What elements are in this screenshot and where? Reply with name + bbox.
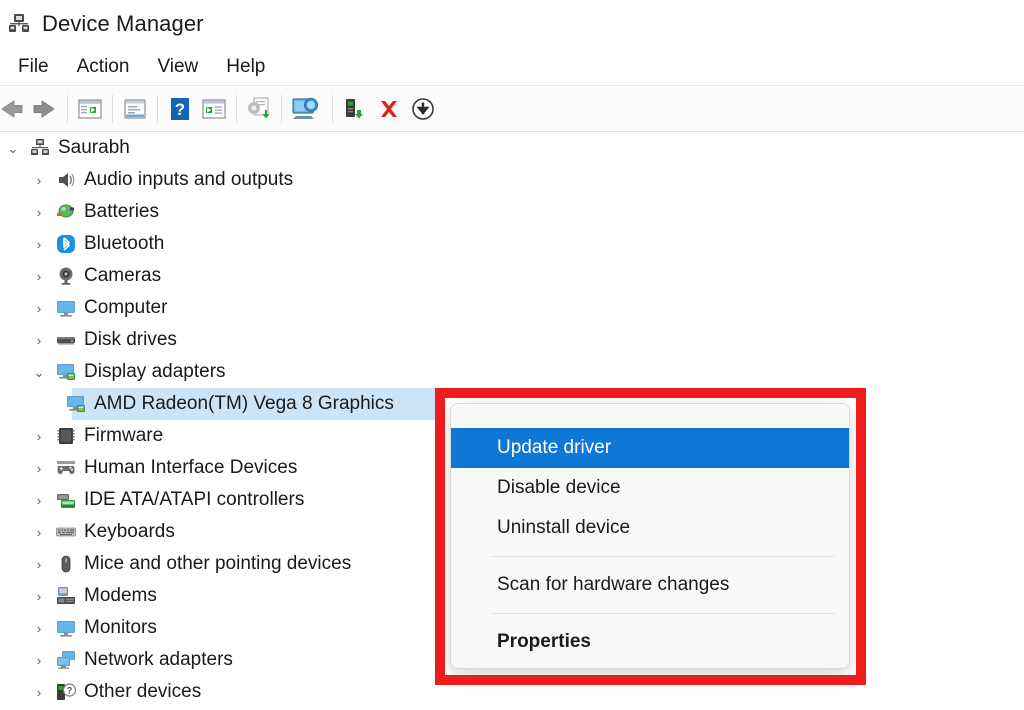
chevron-right-icon[interactable]: › — [26, 430, 52, 443]
context-menu-item-properties[interactable]: Properties — [451, 622, 849, 662]
scan-for-hardware-changes-icon[interactable] — [287, 92, 327, 126]
tree-item-cameras[interactable]: › Cameras — [0, 260, 1024, 292]
tree-item-saurabh[interactable]: ⌄ Saurabh — [0, 132, 1024, 164]
chevron-right-icon[interactable]: › — [26, 334, 52, 347]
tree-item-label: Other devices — [84, 681, 202, 702]
chevron-right-icon[interactable]: › — [26, 654, 52, 667]
chevron-right-icon[interactable]: › — [26, 302, 52, 315]
tree-item-label: Computer — [84, 297, 168, 318]
mouse-icon — [52, 553, 80, 575]
tree-item-label: IDE ATA/ATAPI controllers — [84, 489, 305, 510]
toolbar-separator — [112, 94, 113, 123]
tree-item-label: Modems — [84, 585, 157, 606]
title-bar: Device Manager — [0, 0, 1024, 48]
toolbar-separator — [157, 94, 158, 123]
disk-drive-icon — [52, 329, 80, 351]
tree-item-batteries[interactable]: › Batteries — [0, 196, 1024, 228]
update-driver-gear-icon[interactable] — [242, 92, 276, 126]
tree-item-label: Bluetooth — [84, 233, 165, 254]
menu-item-view[interactable]: View — [143, 54, 212, 80]
update-driver-panel-icon[interactable] — [197, 92, 231, 126]
svg-text:?: ? — [67, 686, 73, 696]
chevron-right-icon[interactable]: › — [26, 494, 52, 507]
back-arrow-icon[interactable] — [0, 92, 28, 126]
tree-item-other-devices[interactable]: › ? Other devices — [0, 676, 1024, 708]
context-menu-separator — [491, 613, 835, 614]
menu-item-action[interactable]: Action — [63, 54, 144, 80]
display-adapter-icon — [62, 393, 90, 415]
tree-item-display-adapters[interactable]: ⌄ Display adapters — [0, 356, 1024, 388]
context-menu[interactable]: Update driver Disable device Uninstall d… — [450, 403, 850, 669]
window-title: Device Manager — [42, 11, 204, 36]
chevron-right-icon[interactable]: › — [26, 622, 52, 635]
tree-item-label: AMD Radeon(TM) Vega 8 Graphics — [94, 393, 394, 414]
toolbar-separator — [332, 94, 333, 123]
svg-text:?: ? — [175, 100, 185, 119]
chevron-right-icon[interactable]: › — [26, 558, 52, 571]
tree-item-label: Saurabh — [58, 137, 130, 158]
context-menu-separator — [491, 556, 835, 557]
monitor-icon — [52, 617, 80, 639]
chevron-right-icon[interactable]: › — [26, 686, 52, 699]
chevron-right-icon[interactable]: › — [26, 174, 52, 187]
menu-bar: File Action View Help — [0, 48, 1024, 86]
tree-item-audio-inputs-and-outputs[interactable]: › Audio inputs and outputs — [0, 164, 1024, 196]
chevron-right-icon[interactable]: › — [26, 238, 52, 251]
chevron-down-icon[interactable]: ⌄ — [26, 366, 52, 379]
menu-item-file[interactable]: File — [4, 54, 63, 80]
forward-arrow-icon[interactable] — [28, 92, 62, 126]
network-adapter-icon — [52, 649, 80, 671]
tree-item-label: Firmware — [84, 425, 164, 446]
disable-device-icon[interactable] — [406, 92, 440, 126]
help-icon[interactable]: ? — [163, 92, 197, 126]
tree-item-label: Disk drives — [84, 329, 177, 350]
enable-device-icon[interactable] — [338, 92, 372, 126]
tree-item-label: Human Interface Devices — [84, 457, 298, 478]
chevron-right-icon[interactable]: › — [26, 526, 52, 539]
camera-icon — [52, 265, 80, 287]
tree-item-label: Display adapters — [84, 361, 226, 382]
tree-item-bluetooth[interactable]: › Bluetooth — [0, 228, 1024, 260]
show-hide-console-tree-icon[interactable] — [73, 92, 107, 126]
speaker-icon — [52, 169, 80, 191]
device-manager-icon — [6, 11, 32, 37]
context-menu-item-disable-device[interactable]: Disable device — [451, 468, 849, 508]
tree-item-label: Keyboards — [84, 521, 175, 542]
toolbar-separator — [236, 94, 237, 123]
unknown-device-icon: ? — [52, 681, 80, 703]
tree-item-label: Cameras — [84, 265, 162, 286]
toolbar-separator — [281, 94, 282, 123]
tree-item-label: Mice and other pointing devices — [84, 553, 352, 574]
keyboard-icon — [52, 521, 80, 543]
ide-controller-icon — [52, 489, 80, 511]
toolbar: ? — [0, 86, 1024, 132]
tree-item-disk-drives[interactable]: › Disk drives — [0, 324, 1024, 356]
firmware-chip-icon — [52, 425, 80, 447]
context-menu-item-update-driver[interactable]: Update driver — [451, 428, 849, 468]
battery-icon — [52, 201, 80, 223]
monitor-icon — [52, 297, 80, 319]
menu-item-help[interactable]: Help — [212, 54, 279, 80]
context-menu-item-scan-for-hardware-changes[interactable]: Scan for hardware changes — [451, 565, 849, 605]
tree-item-label: Audio inputs and outputs — [84, 169, 294, 190]
modem-icon — [52, 585, 80, 607]
chevron-down-icon[interactable]: ⌄ — [0, 142, 26, 155]
toolbar-separator — [67, 94, 68, 123]
uninstall-device-icon[interactable] — [372, 92, 406, 126]
chevron-right-icon[interactable]: › — [26, 590, 52, 603]
chevron-right-icon[interactable]: › — [26, 462, 52, 475]
tree-item-label: Network adapters — [84, 649, 233, 670]
display-adapter-icon — [52, 361, 80, 383]
tree-item-label: Monitors — [84, 617, 157, 638]
context-menu-item-uninstall-device[interactable]: Uninstall device — [451, 508, 849, 548]
tree-item-label: Batteries — [84, 201, 159, 222]
computer-root-icon — [26, 137, 54, 159]
chevron-right-icon[interactable]: › — [26, 270, 52, 283]
tree-item-computer[interactable]: › Computer — [0, 292, 1024, 324]
bluetooth-icon — [52, 233, 80, 255]
gamepad-icon — [52, 457, 80, 479]
properties-icon[interactable] — [118, 92, 152, 126]
chevron-right-icon[interactable]: › — [26, 206, 52, 219]
